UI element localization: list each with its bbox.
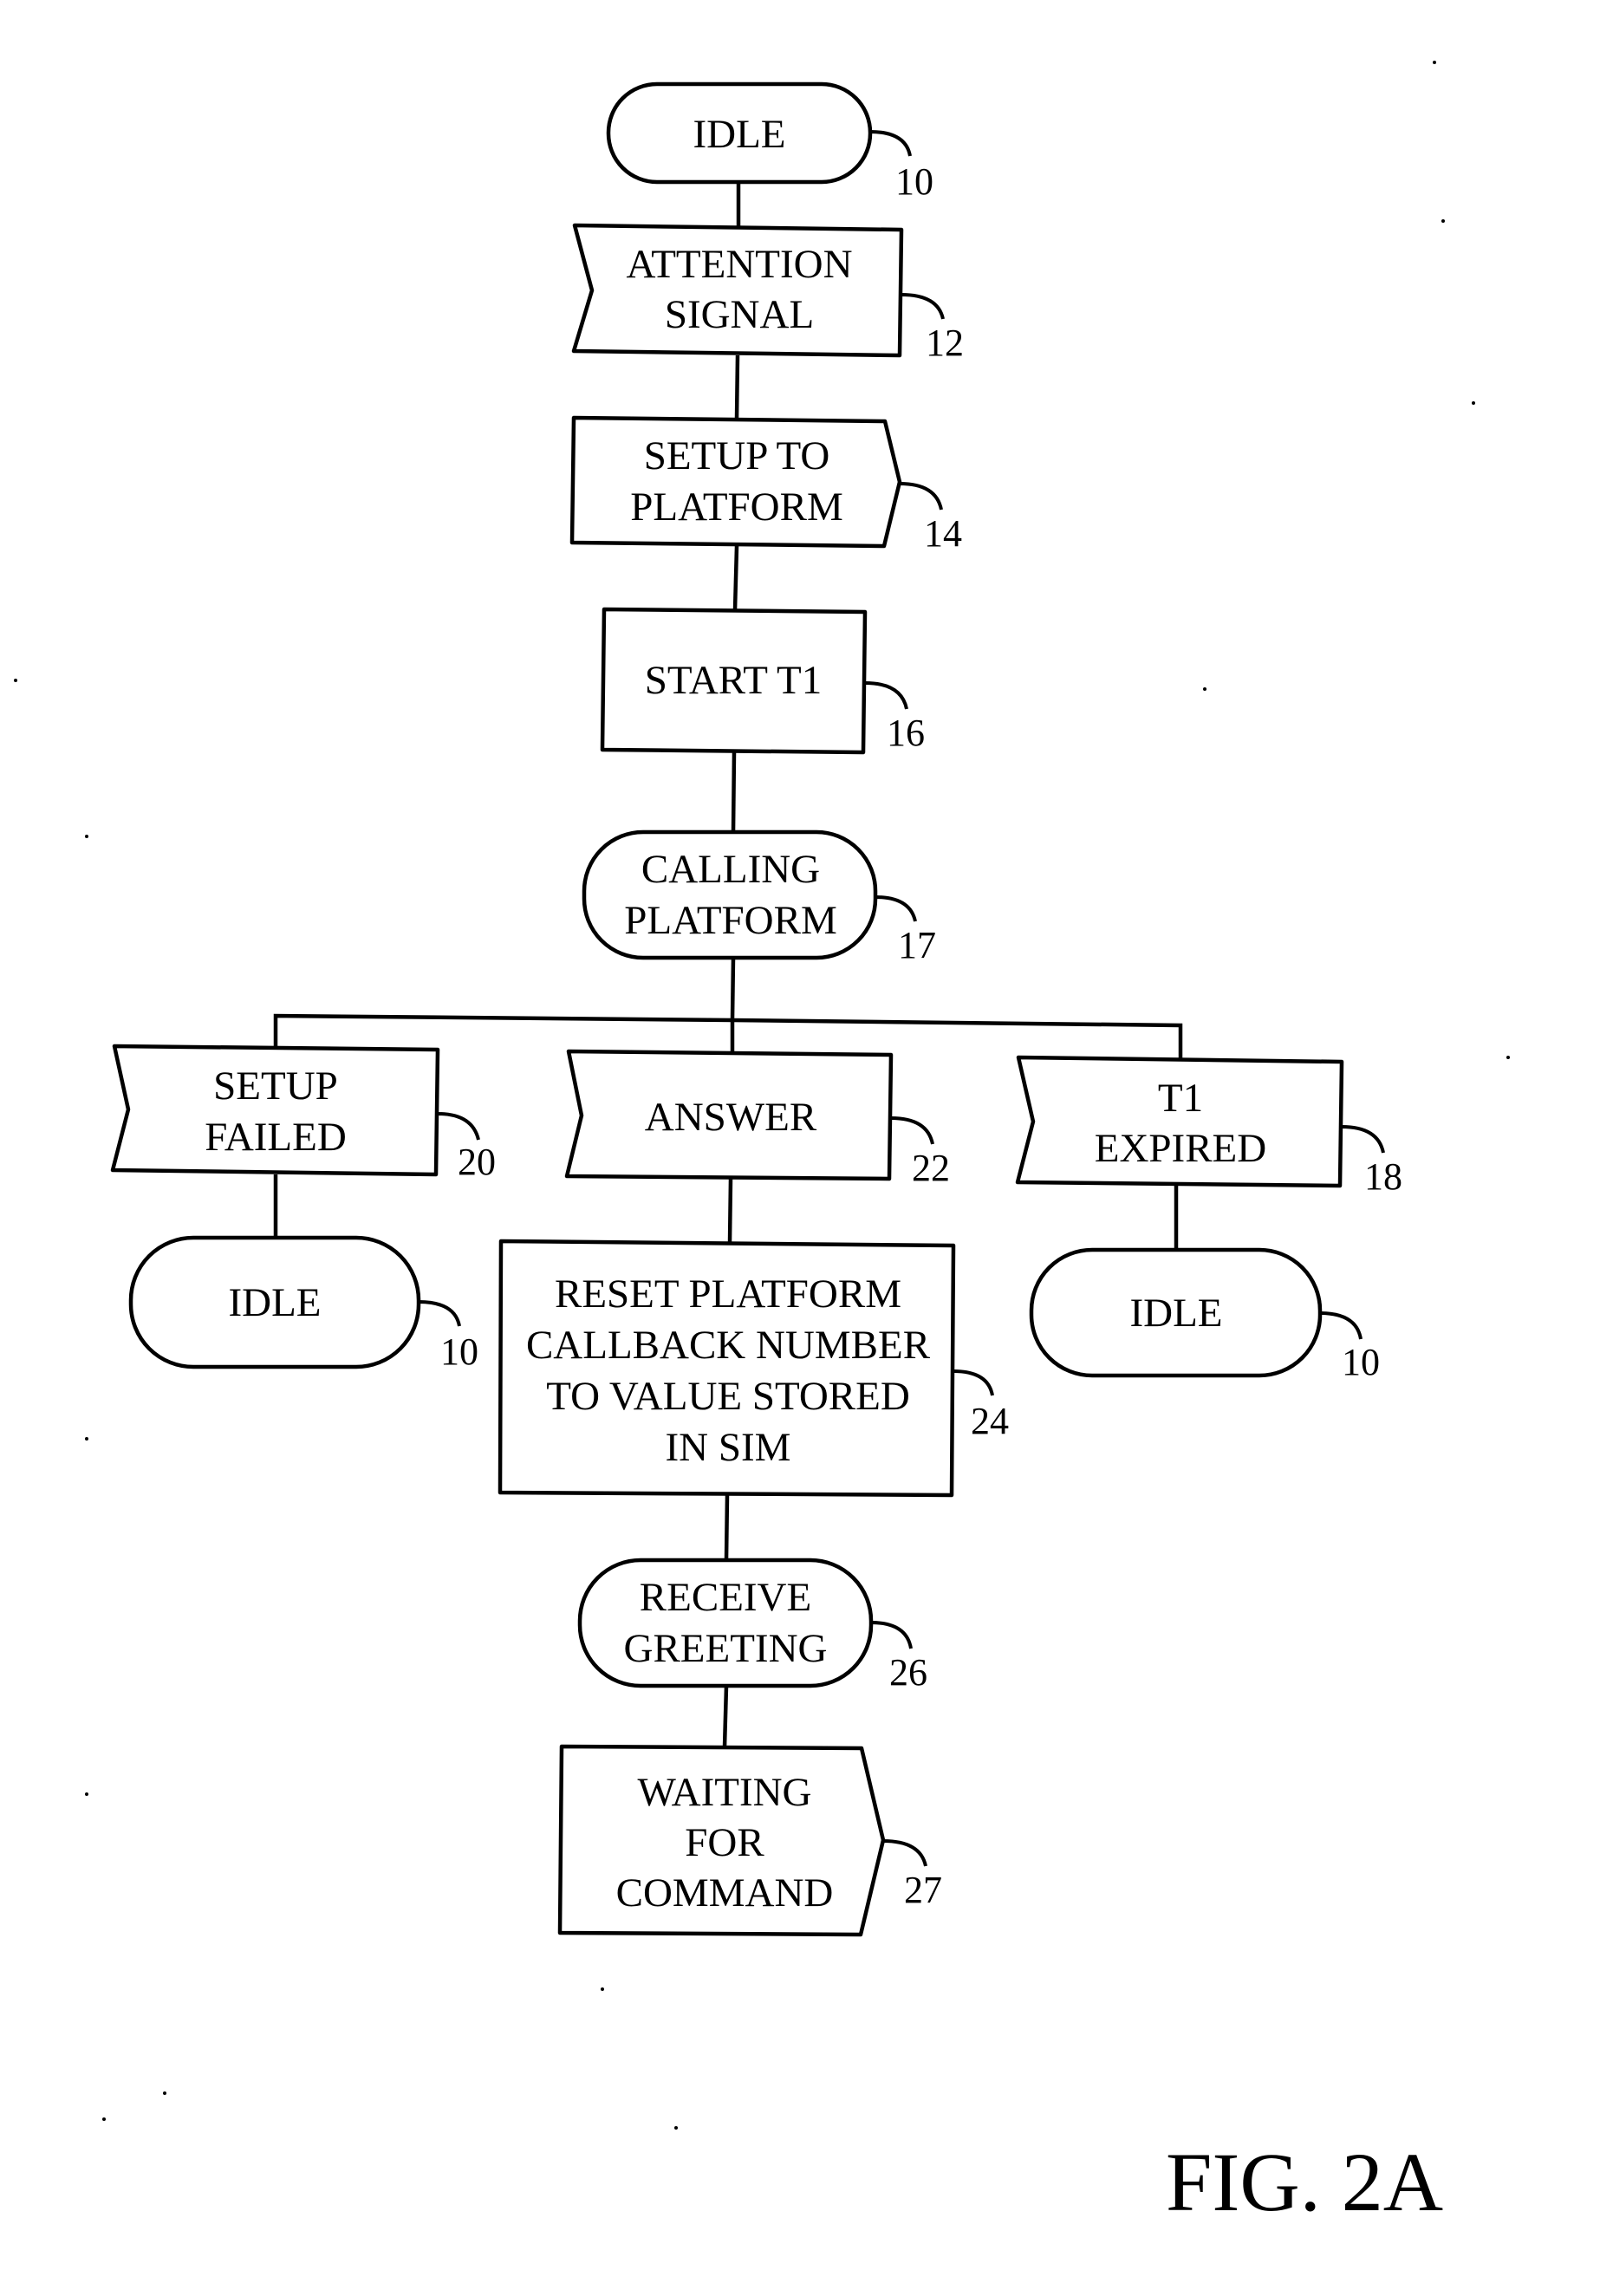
connectors bbox=[273, 182, 1183, 1748]
node-attention-signal[interactable]: ATTENTION SIGNAL 12 bbox=[571, 223, 964, 364]
node-label: FOR bbox=[685, 1820, 764, 1865]
node-label: IDLE bbox=[1129, 1291, 1222, 1336]
node-label: TO VALUE STORED bbox=[546, 1374, 910, 1419]
node-idle-left[interactable]: IDLE 10 bbox=[128, 1235, 478, 1373]
leader-line bbox=[953, 1369, 994, 1396]
leader-line bbox=[882, 1839, 927, 1867]
speck bbox=[674, 2126, 678, 2130]
node-label: FAILED bbox=[205, 1115, 347, 1160]
speck bbox=[14, 679, 17, 682]
node-label: PLATFORM bbox=[630, 485, 843, 530]
node-label: IDLE bbox=[228, 1280, 321, 1325]
node-setup-failed[interactable]: SETUP FAILED 20 bbox=[110, 1044, 496, 1183]
leader-line bbox=[875, 895, 917, 922]
node-label: PLATFORM bbox=[624, 898, 837, 943]
node-start-t1[interactable]: START T1 16 bbox=[600, 607, 925, 755]
speck bbox=[163, 2091, 166, 2095]
reference-number: 20 bbox=[458, 1141, 496, 1183]
node-label: IN SIM bbox=[666, 1425, 791, 1470]
node-label: GREETING bbox=[624, 1626, 828, 1671]
node-t1-expired[interactable]: T1 EXPIRED 18 bbox=[1015, 1055, 1402, 1198]
reference-number: 12 bbox=[926, 322, 964, 364]
node-label: RECEIVE bbox=[640, 1575, 811, 1620]
node-answer[interactable]: ANSWER 22 bbox=[564, 1049, 950, 1189]
node-label: IDLE bbox=[693, 112, 785, 157]
reference-number: 17 bbox=[898, 924, 936, 966]
edge-attention-to-setup bbox=[734, 354, 740, 420]
speck bbox=[85, 1437, 88, 1441]
leader-line bbox=[1341, 1125, 1385, 1154]
figure-label: FIG. 2A bbox=[1166, 2136, 1443, 2228]
reference-number: 27 bbox=[904, 1869, 942, 1911]
node-waiting-for-command[interactable]: WAITING FOR COMMAND 27 bbox=[557, 1744, 942, 1937]
reference-number: 10 bbox=[895, 160, 933, 203]
node-label: SETUP bbox=[213, 1063, 338, 1109]
reference-number: 22 bbox=[912, 1147, 950, 1189]
speck bbox=[1203, 687, 1206, 691]
speck bbox=[102, 2117, 106, 2121]
node-idle-right[interactable]: IDLE 10 bbox=[1029, 1247, 1380, 1383]
leader-line bbox=[437, 1112, 480, 1141]
leader-line bbox=[418, 1300, 461, 1327]
leader-line bbox=[890, 1116, 934, 1145]
speck bbox=[601, 1987, 604, 1991]
reference-number: 26 bbox=[889, 1651, 927, 1694]
speck bbox=[1433, 61, 1436, 64]
speck bbox=[1441, 219, 1445, 223]
leader-line bbox=[869, 130, 912, 157]
node-idle-top[interactable]: IDLE 10 bbox=[606, 81, 933, 203]
node-label: CALLBACK NUMBER bbox=[526, 1323, 931, 1368]
reference-number: 18 bbox=[1364, 1155, 1402, 1198]
node-label: T1 bbox=[1158, 1076, 1203, 1121]
node-receive-greeting[interactable]: RECEIVE GREETING 26 bbox=[577, 1558, 927, 1694]
node-label: ATTENTION bbox=[626, 242, 852, 287]
edge-answer-to-reset bbox=[727, 1178, 733, 1243]
reference-number: 24 bbox=[971, 1400, 1009, 1442]
edge-reset-to-receive bbox=[724, 1494, 730, 1561]
node-label: ANSWER bbox=[645, 1095, 817, 1140]
node-label: WAITING bbox=[638, 1770, 812, 1815]
edge-receive-to-waiting bbox=[722, 1685, 729, 1748]
node-reset-callback[interactable]: RESET PLATFORM CALLBACK NUMBER TO VALUE … bbox=[498, 1239, 1009, 1498]
speck bbox=[85, 1792, 88, 1796]
reference-number: 14 bbox=[924, 512, 962, 555]
edge-start-t1-to-calling bbox=[731, 751, 737, 834]
speck bbox=[1472, 401, 1475, 405]
leader-line bbox=[870, 1621, 913, 1649]
speck bbox=[1506, 1056, 1510, 1059]
leader-line bbox=[864, 681, 908, 710]
edge-calling-to-bus bbox=[730, 957, 736, 1021]
edge-setup-to-start-t1 bbox=[732, 545, 739, 611]
node-calling-platform[interactable]: CALLING PLATFORM 17 bbox=[582, 829, 936, 966]
node-setup-to-platform[interactable]: SETUP TO PLATFORM 14 bbox=[569, 415, 962, 555]
reference-number: 10 bbox=[1342, 1341, 1380, 1383]
node-label: START T1 bbox=[645, 658, 823, 703]
speck bbox=[85, 835, 88, 838]
node-label: RESET PLATFORM bbox=[555, 1272, 901, 1317]
leader-line bbox=[1319, 1311, 1363, 1340]
node-label: CALLING bbox=[641, 847, 820, 892]
node-label: EXPIRED bbox=[1095, 1126, 1266, 1171]
node-label: COMMAND bbox=[616, 1870, 834, 1916]
flowchart-diagram: IDLE 10 ATTENTION SIGNAL 12 SETUP TO PLA… bbox=[14, 61, 1510, 2228]
leader-line bbox=[901, 293, 945, 320]
node-label: SIGNAL bbox=[665, 292, 814, 337]
reference-number: 16 bbox=[887, 712, 925, 754]
leader-line bbox=[899, 482, 943, 511]
node-label: SETUP TO bbox=[644, 433, 830, 478]
reference-number: 10 bbox=[440, 1330, 478, 1373]
